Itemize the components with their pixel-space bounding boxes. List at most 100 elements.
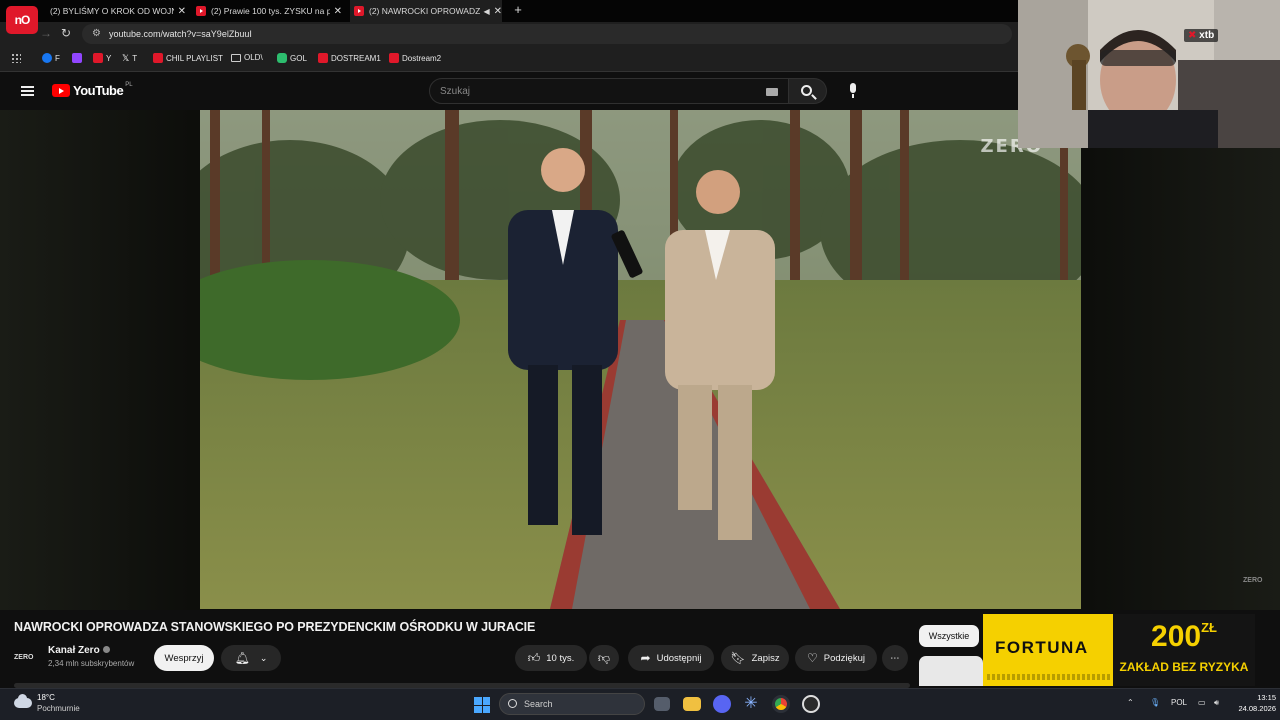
browser-tab-active[interactable]: (2) NAWROCKI OPROWADZ ◀ ✕ [350,0,502,22]
webcam-frame [1018,0,1280,148]
verified-icon [102,646,110,653]
thanks-button[interactable]: ♡ Podziękuj [795,645,877,671]
mic-tray-icon[interactable]: 🎙︎ [1150,698,1160,707]
bookmark-f[interactable]: F [42,53,60,63]
new-tab-button[interactable]: + [512,0,524,22]
thumbs-down-icon: 👎︎ [597,650,611,665]
fortuna-ad-banner[interactable]: FORTUNA 200ZŁ ZAKŁAD BEZ RYZYKA [983,614,1255,686]
dislike-button[interactable]: 👎︎ [589,645,619,671]
apps-grid-icon[interactable] [11,53,21,63]
bookmark-dostream1[interactable]: DOSTREAM1 [318,53,381,63]
ad-currency: ZŁ [1201,620,1217,635]
bookmark-folder-old[interactable]: OLD\ [231,53,263,62]
ad-brand: FORTUNA [995,638,1089,657]
weather-temperature[interactable]: 18°C [37,693,55,702]
chip-next[interactable] [919,656,983,686]
bell-icon: 🔔︎ [234,651,250,665]
chip-all[interactable]: Wszystkie [919,625,979,647]
video-player[interactable]: ZERO [200,110,1081,609]
channel-name[interactable]: Kanał Zero [48,645,110,656]
search-icon [801,85,812,96]
facebook-icon [42,53,52,63]
youtube-wordmark: YouTube [73,83,124,98]
youtube-logo[interactable]: YouTube PL [52,81,133,98]
channel-avatar[interactable]: ZERO [14,646,40,668]
browser-tab[interactable]: (2) Prawie 100 tys. ZYSKU na pi ✕ [192,0,342,22]
cloud-icon[interactable] [14,694,32,708]
ad-brand-panel: FORTUNA [983,614,1113,686]
bookmark-t[interactable]: 𝕏T [122,53,137,63]
notifications-button[interactable]: 🔔︎ ⌄ [221,645,281,671]
corner-watermark: ZERO [1243,577,1263,584]
ad-tagline: ZAKŁAD BEZ RYZYKA [1119,660,1249,674]
search-icon [508,699,517,708]
bookmark-icon: 🔖︎ [730,651,746,665]
tray-chevron-icon[interactable]: ⌃ [1127,698,1134,707]
language-indicator[interactable]: POL [1171,698,1187,707]
ad-amount-value: 200 [1151,620,1202,653]
chrome-icon[interactable] [772,695,790,713]
save-button[interactable]: 🔖︎ Zapisz [721,645,789,671]
more-actions-button[interactable]: ⋯ [882,645,908,671]
share-button[interactable]: ➦ Udostępnij [628,645,714,671]
weather-condition[interactable]: Pochmurnie [37,704,80,713]
microphone-icon [850,83,856,98]
country-code: PL [125,81,133,88]
search-input[interactable]: Szukaj [429,78,789,104]
close-icon[interactable]: ✕ [334,6,342,17]
voice-search-button[interactable] [840,78,866,104]
share-icon: ➦ [640,651,651,665]
bookmark-twitch[interactable] [72,53,85,63]
video-frame [200,110,1081,609]
url-text[interactable]: youtube.com/watch?v=saY9elZbuuI [109,29,252,39]
search-button[interactable] [789,78,827,104]
obs-icon[interactable] [802,695,820,713]
taskbar-search[interactable]: Search [499,693,645,715]
bookmark-y[interactable]: Y [93,53,111,63]
close-icon[interactable]: ✕ [178,6,186,17]
youtube-icon [196,6,206,16]
youtube-icon [318,53,328,63]
clock-date: 24.08.2026 [1238,704,1276,713]
twitch-icon [72,53,82,63]
video-title: NAWROCKI OPROWADZA STANOWSKIEGO PO PREZY… [14,620,536,634]
reload-icon[interactable]: ↻ [61,26,71,40]
tab-title: (2) BYLIŚMY O KROK OD WOJN [50,6,174,16]
bookmarks-bar: F Y 𝕏T CHIL PLAYLIST OLD\ GOL DOSTREAM1 … [0,46,1018,72]
network-icon[interactable]: ▭ [1198,698,1206,707]
site-settings-icon[interactable]: ⚙ [92,28,101,39]
file-explorer-icon[interactable] [683,697,701,711]
close-icon[interactable]: ✕ [494,6,502,17]
tab-title: (2) Prawie 100 tys. ZYSKU na pi [211,6,330,16]
youtube-icon [389,53,399,63]
stream-logo: nO [6,6,38,34]
youtube-icon [354,6,364,16]
bookmark-gol[interactable]: GOL [277,53,307,63]
bookmark-chil-playlist[interactable]: CHIL PLAYLIST [153,53,223,63]
clock[interactable]: 13:15 24.08.2026 [1232,692,1276,714]
keyboard-icon[interactable] [766,88,778,96]
thumbs-up-icon: 👍︎ [527,650,541,665]
heart-dollar-icon: ♡ [807,651,818,665]
search-placeholder: Szukaj [440,86,471,97]
start-button[interactable] [474,697,490,713]
sparkle-app-icon[interactable]: ✳ [742,695,760,713]
youtube-icon [93,53,103,63]
clock-time: 13:15 [1257,693,1276,702]
url-bar[interactable]: ⚙ youtube.com/watch?v=saY9elZbuuI [82,24,1012,44]
sponsor-badge: ✖ xtb [1184,29,1219,42]
discord-icon[interactable] [713,695,731,713]
task-view-icon[interactable] [654,697,670,711]
folder-icon [231,53,241,62]
forward-icon[interactable]: → [40,26,52,40]
menu-icon[interactable] [21,86,34,96]
browser-tab[interactable]: (2) BYLIŚMY O KROK OD WOJN ✕ [36,0,186,22]
volume-icon[interactable]: 🔊︎ [1214,698,1219,708]
ad-fine-print [987,674,1111,680]
like-button[interactable]: 👍︎ 10 tys. [515,645,587,671]
speaker-icon[interactable]: ◀ [483,7,489,16]
more-icon: ⋯ [890,652,900,664]
ad-amount: 200ZŁ [1119,620,1249,654]
bookmark-dostream2[interactable]: Dostream2 [389,53,441,63]
support-button[interactable]: Wesprzyj [154,645,214,671]
